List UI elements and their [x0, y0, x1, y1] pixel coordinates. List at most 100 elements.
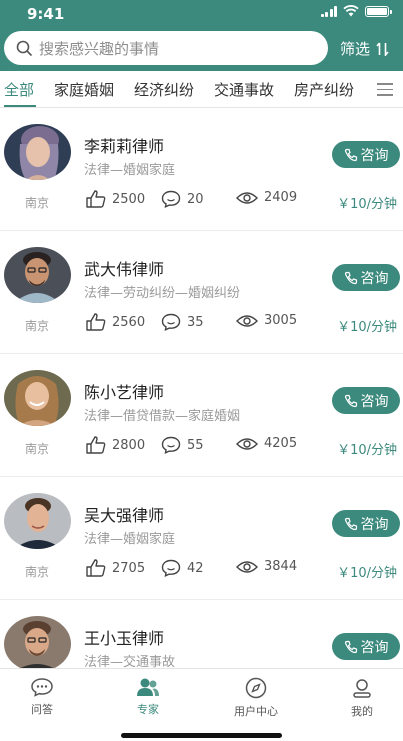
top-header: 9:41 搜索感兴趣的事情 筛选 [0, 0, 403, 71]
search-placeholder: 搜索感兴趣的事情 [39, 39, 160, 58]
wifi-icon [343, 5, 359, 17]
lawyer-specialty: 法律—劳动纠纷—婚姻纠纷 [84, 286, 241, 301]
lawyer-specialty: 法律—交通事故 [84, 655, 176, 668]
lawyer-card[interactable]: 陈小艺律师 法律—借贷借款—家庭婚姻 咨询 南京 2800 55 4205 ￥1… [0, 354, 403, 477]
tab-economic-dispute[interactable]: 经济纠纷 [134, 79, 194, 100]
phone-icon [344, 517, 357, 530]
lawyer-specialty: 法律—婚姻家庭 [84, 163, 176, 178]
avatar [4, 247, 71, 303]
phone-icon [344, 640, 357, 653]
views-count: 4205 [264, 436, 298, 451]
price: ￥10/分钟 [337, 197, 397, 212]
likes-count: 2560 [112, 314, 146, 330]
tab-family-marriage[interactable]: 家庭婚姻 [54, 79, 114, 100]
phone-icon [344, 271, 357, 284]
lawyer-card[interactable]: 王小玉律师 法律—交通事故 咨询 [0, 600, 403, 668]
thumbs-up-icon [86, 559, 106, 577]
tabbar-label: 我的 [351, 705, 373, 718]
eye-icon [236, 560, 258, 573]
price: ￥10/分钟 [337, 320, 397, 335]
lawyer-specialty: 法律—婚姻家庭 [84, 532, 176, 547]
consult-button[interactable]: 咨询 [332, 633, 400, 660]
tabbar-item-qa[interactable]: 问答 [2, 677, 82, 717]
lawyer-name: 王小玉律师 [84, 629, 165, 648]
bottom-tab-bar: 问答 专家 用户中心 我的 [0, 668, 403, 741]
status-time: 9:41 [27, 5, 65, 23]
likes-stat: 2500 [86, 190, 145, 208]
lawyer-card[interactable]: 李莉莉律师 法律—婚姻家庭 咨询 南京 2500 20 2409 ￥10/分钟 [0, 108, 403, 231]
comments-count: 55 [187, 437, 204, 453]
likes-count: 2705 [112, 560, 146, 576]
comments-count: 35 [187, 314, 204, 330]
lawyer-name: 陈小艺律师 [84, 383, 165, 402]
comments-count: 42 [187, 560, 204, 576]
tabbar-item-user-center[interactable]: 用户中心 [216, 677, 296, 719]
consult-label: 咨询 [360, 393, 389, 410]
tabbar-item-experts[interactable]: 专家 [108, 677, 188, 717]
avatar [4, 616, 71, 668]
views-stat: 3005 [236, 313, 297, 328]
sort-icon [376, 41, 389, 56]
comments-stat: 20 [161, 190, 204, 208]
menu-icon[interactable] [377, 83, 393, 100]
consult-button[interactable]: 咨询 [332, 141, 400, 168]
consult-label: 咨询 [360, 147, 389, 164]
search-bar[interactable]: 搜索感兴趣的事情 [4, 31, 328, 65]
likes-count: 2500 [112, 191, 146, 207]
search-icon [16, 40, 33, 56]
tab-traffic-accident[interactable]: 交通事故 [214, 79, 274, 100]
eye-icon [236, 191, 258, 204]
views-count: 3005 [264, 313, 298, 328]
eye-icon [236, 314, 258, 327]
avatar [4, 493, 71, 549]
status-icons [320, 5, 392, 17]
comment-icon [161, 559, 181, 577]
views-stat: 3844 [236, 559, 297, 574]
lawyer-name: 李莉莉律师 [84, 137, 165, 156]
consult-button[interactable]: 咨询 [332, 264, 400, 291]
views-count: 2409 [264, 190, 298, 205]
lawyer-name: 武大伟律师 [84, 260, 165, 279]
lawyer-list: 李莉莉律师 法律—婚姻家庭 咨询 南京 2500 20 2409 ￥10/分钟 … [0, 108, 403, 668]
filter-button[interactable]: 筛选 [340, 38, 389, 59]
price: ￥10/分钟 [337, 443, 397, 458]
city: 南京 [25, 442, 50, 456]
profile-icon [353, 679, 371, 698]
thumbs-up-icon [86, 436, 106, 454]
compass-icon [245, 677, 267, 699]
comments-stat: 55 [161, 436, 204, 454]
likes-stat: 2705 [86, 559, 145, 577]
lawyer-card[interactable]: 武大伟律师 法律—劳动纠纷—婚姻纠纷 咨询 南京 2560 35 3005 ￥1… [0, 231, 403, 354]
city: 南京 [25, 196, 50, 210]
tabbar-item-me[interactable]: 我的 [322, 677, 402, 719]
comment-icon [161, 313, 181, 331]
consult-label: 咨询 [360, 516, 389, 533]
phone-icon [344, 394, 357, 407]
comment-icon [161, 436, 181, 454]
likes-stat: 2560 [86, 313, 145, 331]
consult-label: 咨询 [360, 270, 389, 287]
likes-count: 2800 [112, 437, 146, 453]
home-indicator [121, 733, 282, 738]
battery-icon [365, 5, 392, 17]
consult-label: 咨询 [360, 639, 389, 656]
signal-icon [320, 5, 337, 17]
category-tabs: 全部 家庭婚姻 经济纠纷 交通事故 房产纠纷 [0, 71, 403, 108]
comments-stat: 42 [161, 559, 204, 577]
city: 南京 [25, 565, 50, 579]
comment-icon [161, 190, 181, 208]
lawyer-card[interactable]: 吴大强律师 法律—婚姻家庭 咨询 南京 2705 42 3844 ￥10/分钟 [0, 477, 403, 600]
tab-all[interactable]: 全部 [4, 79, 34, 100]
consult-button[interactable]: 咨询 [332, 510, 400, 537]
tabbar-label: 专家 [137, 703, 159, 716]
consult-button[interactable]: 咨询 [332, 387, 400, 414]
lawyer-specialty: 法律—借贷借款—家庭婚姻 [84, 409, 241, 424]
tabbar-label: 问答 [31, 703, 53, 716]
thumbs-up-icon [86, 313, 106, 331]
avatar [4, 370, 71, 426]
views-stat: 2409 [236, 190, 297, 205]
tab-property-dispute[interactable]: 房产纠纷 [294, 79, 354, 100]
avatar [4, 124, 71, 180]
views-stat: 4205 [236, 436, 297, 451]
tabbar-label: 用户中心 [234, 705, 278, 718]
